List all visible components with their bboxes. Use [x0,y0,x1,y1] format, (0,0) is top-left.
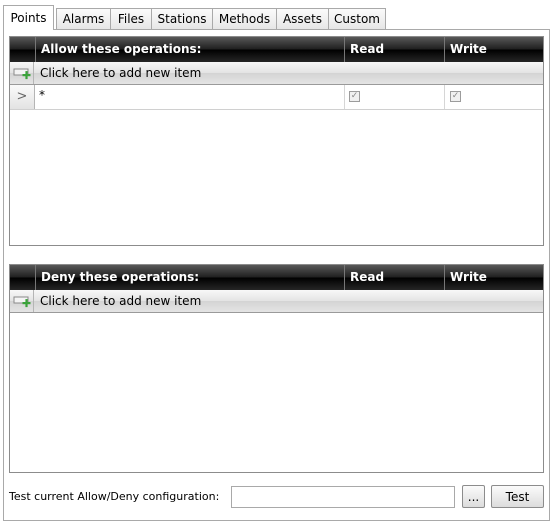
header-indicator-cell [10,265,35,290]
add-new-item-label: Click here to add new item [40,294,202,308]
tab-panel-points: Allow these operations: Read Write Click… [3,29,550,521]
read-checkbox[interactable]: ✓ [349,91,360,102]
column-header-operation[interactable]: Allow these operations: [35,37,344,62]
tab-stations[interactable]: Stations [151,8,213,29]
write-cell: ✓ [444,85,543,109]
read-cell: ✓ [344,85,444,109]
column-header-read[interactable]: Read [344,265,444,290]
write-checkbox[interactable]: ✓ [450,91,461,102]
row-indicator-icon[interactable]: > [10,85,35,109]
allow-operations-grid: Allow these operations: Read Write Click… [9,36,544,246]
tab-methods[interactable]: Methods [212,8,277,29]
add-row-icon [10,62,34,84]
tab-points[interactable]: Points [3,5,54,30]
deny-operations-grid: Deny these operations: Read Write Click … [9,264,544,473]
tab-alarms[interactable]: Alarms [56,8,111,29]
column-header-read[interactable]: Read [344,37,444,62]
tab-assets[interactable]: Assets [276,8,329,29]
grid-header: Allow these operations: Read Write [10,37,543,62]
test-button[interactable]: Test [491,485,544,508]
grid-header: Deny these operations: Read Write [10,265,543,290]
column-header-write[interactable]: Write [444,37,543,62]
column-header-write[interactable]: Write [444,265,543,290]
tab-files[interactable]: Files [110,8,152,29]
add-row-icon [10,290,34,312]
header-indicator-cell [10,37,35,62]
add-new-item-row[interactable]: Click here to add new item [10,290,543,313]
operation-cell[interactable]: * [35,85,344,109]
browse-button[interactable]: ... [462,485,485,508]
column-header-operation[interactable]: Deny these operations: [35,265,344,290]
tab-custom[interactable]: Custom [328,8,386,29]
add-new-item-label: Click here to add new item [40,66,202,80]
table-row[interactable]: > * ✓ ✓ [10,85,543,110]
test-configuration-input[interactable] [231,486,455,508]
test-configuration-label: Test current Allow/Deny configuration: [9,490,220,503]
add-new-item-row[interactable]: Click here to add new item [10,62,543,85]
operation-value: * [39,88,45,102]
